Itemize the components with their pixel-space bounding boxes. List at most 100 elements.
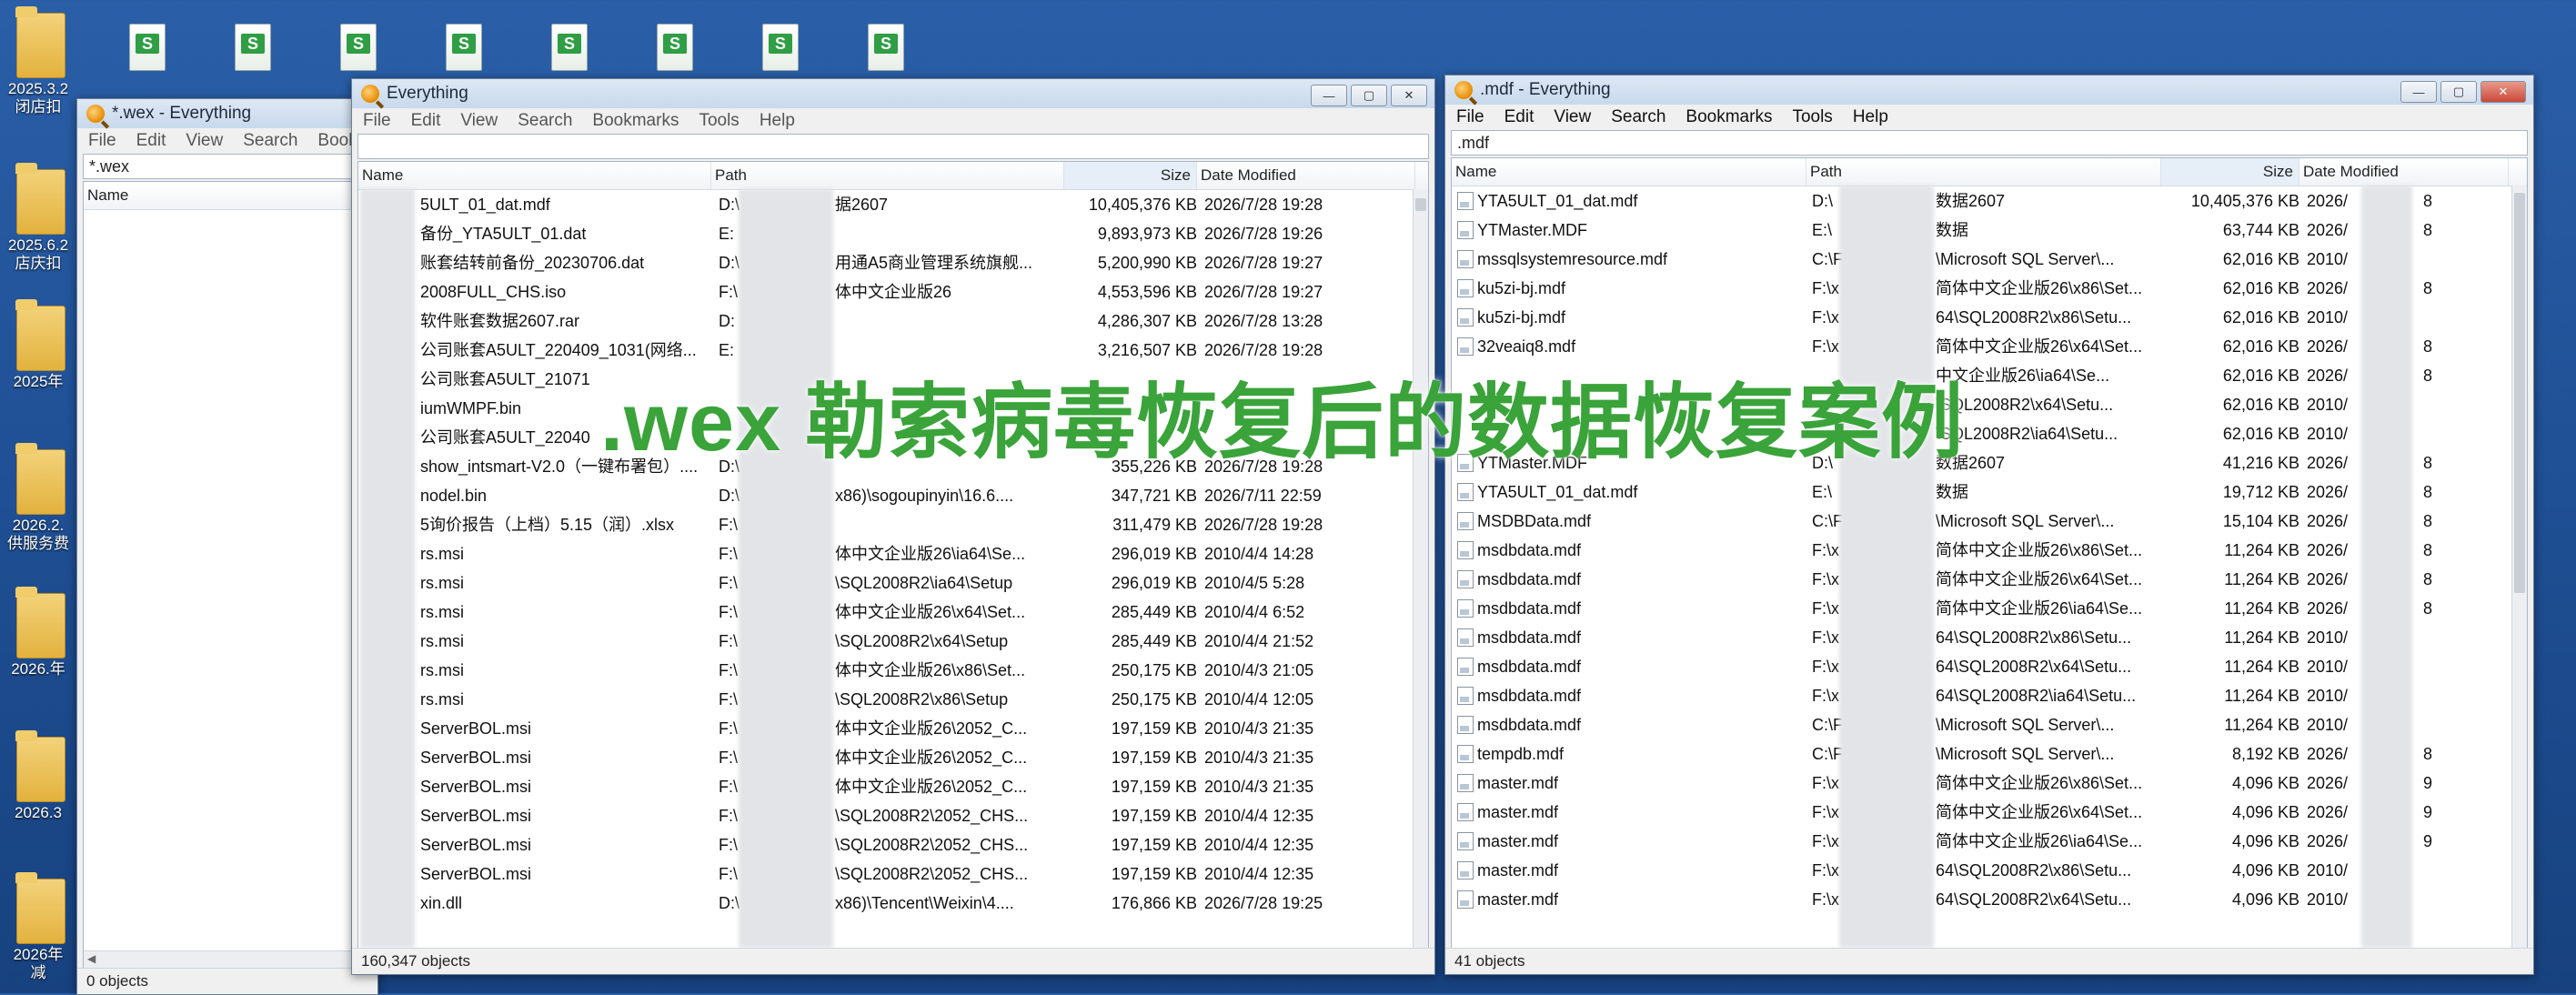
redacted-path-column <box>739 189 833 948</box>
menu-item[interactable]: Help <box>1853 107 1888 127</box>
vertical-scrollbar[interactable] <box>1413 189 1428 948</box>
search-input[interactable]: .mdf <box>1451 130 2528 156</box>
menu-item[interactable]: File <box>363 111 391 131</box>
spreadsheet-file-icon[interactable]: S <box>651 20 697 78</box>
table-row[interactable]: ServerBOL.msi F:\ 体中文企业版26\2052_C... 197,15… <box>358 743 1428 772</box>
table-row[interactable]: 2008FULL_CHS.iso F:\ 体中文企业版26 4,553,596 KB 2… <box>358 277 1428 307</box>
maximize-button[interactable]: ▢ <box>1351 85 1387 106</box>
horizontal-scrollbar[interactable]: ◀ <box>84 950 371 968</box>
table-row[interactable]: rs.msi F:\ \SQL2008R2\x64\Setup 285,449 KB 2… <box>358 627 1428 656</box>
table-row[interactable]: 账套结转前备份_20230706.dat D:\ 用通A5商业管理系统旗舰... 5,… <box>358 248 1428 277</box>
sheet-badge: S <box>558 34 581 54</box>
spreadsheet-file-icon[interactable]: S <box>124 20 169 78</box>
menu-item[interactable]: Edit <box>411 111 441 131</box>
path2-cell: \Microsoft SQL Server\... <box>1936 745 2115 763</box>
table-row[interactable]: rs.msi F:\ 体中文企业版26\ia64\Se... 296,019 KB 20… <box>358 539 1428 568</box>
table-row[interactable]: 软件账套数据2607.rar D: 4,286,307 KB 2026/7/28 13… <box>358 307 1428 336</box>
col-size-header[interactable]: Size <box>2161 158 2299 186</box>
spreadsheet-file-icon[interactable]: S <box>862 20 908 78</box>
spreadsheet-file-icon[interactable]: S <box>229 20 275 78</box>
table-row[interactable]: ServerBOL.msi F:\ \SQL2008R2\2052_CHS... 19… <box>358 830 1428 859</box>
menu-item[interactable]: Search <box>243 131 297 151</box>
menu-item[interactable]: File <box>1456 107 1484 127</box>
vertical-scrollbar[interactable] <box>2511 186 2527 948</box>
menu-item[interactable]: Bookmarks <box>1685 107 1772 127</box>
search-input[interactable] <box>357 134 1429 159</box>
path2-cell: 体中文企业版26\2052_C... <box>835 719 1028 738</box>
close-button[interactable]: ✕ <box>2480 81 2526 103</box>
table-row[interactable]: 公司账套A5ULT_220409_1031(网络... E: 3,216,507 K… <box>358 336 1428 365</box>
menu-item[interactable]: View <box>460 111 498 131</box>
menu-item[interactable]: Help <box>760 111 795 131</box>
menu-item[interactable]: View <box>186 131 223 151</box>
menu-item[interactable]: Tools <box>699 111 739 131</box>
file-icon <box>1457 250 1474 268</box>
table-row[interactable]: rs.msi F:\ \SQL2008R2\x86\Setup 250,175 KB 2… <box>358 685 1428 714</box>
name-cell: 软件账套数据2607.rar <box>420 312 580 330</box>
window-titlebar[interactable]: *.wex - Everything <box>77 99 377 128</box>
window-titlebar[interactable]: Everything — ▢ ✕ <box>352 79 1434 108</box>
table-row[interactable]: rs.msi F:\ \SQL2008R2\ia64\Setup 296,019 KB… <box>358 568 1428 598</box>
scroll-left-arrow-icon[interactable]: ◀ <box>87 952 96 965</box>
scroll-thumb[interactable] <box>2514 193 2525 593</box>
menu-item[interactable]: Edit <box>1504 107 1535 127</box>
size-cell: 11,264 KB <box>2224 687 2299 705</box>
date-cell: 2010/4/4 12:35 <box>1204 865 1314 883</box>
menu-item[interactable]: Search <box>1611 107 1665 127</box>
maximize-button[interactable]: ▢ <box>2440 81 2477 103</box>
menu-item[interactable]: Search <box>518 111 572 131</box>
table-row[interactable]: ServerBOL.msi F:\ 体中文企业版26\2052_C... 197,15… <box>358 772 1428 801</box>
spreadsheet-file-icon[interactable]: S <box>335 20 380 78</box>
col-name-header[interactable]: Name <box>358 162 711 189</box>
col-path-header[interactable]: Path <box>711 162 1064 189</box>
name-cell: mssqlsystemresource.mdf <box>1477 250 1668 268</box>
menu-item[interactable]: Edit <box>136 131 166 151</box>
col-name-header[interactable]: Name <box>84 182 371 209</box>
minimize-button[interactable]: — <box>1311 85 1347 106</box>
scroll-thumb[interactable] <box>1415 198 1426 211</box>
tail-cell: 9 <box>2423 832 2433 850</box>
sheet-badge: S <box>136 34 159 54</box>
tail-cell <box>2423 681 2460 710</box>
table-row[interactable]: xin.dll D:\ x86)\Tencent\Weixin\4.... 176,8… <box>358 889 1428 918</box>
size-cell: 197,159 KB <box>1111 865 1197 883</box>
col-date-header[interactable]: Date Modified <box>2299 158 2509 186</box>
size-cell: 41,216 KB <box>2222 454 2299 472</box>
menu-bar: File Edit View Search Book <box>77 128 377 154</box>
folder-icon <box>15 587 65 658</box>
table-row[interactable]: ServerBOL.msi F:\ \SQL2008R2\2052_CHS... 19… <box>358 859 1428 889</box>
date-cell: 2010/ <box>2307 308 2349 327</box>
menu-item[interactable]: Bookmarks <box>592 111 679 131</box>
window-titlebar[interactable]: .mdf - Everything — ▢ ✕ <box>1445 75 2533 105</box>
date-cell: 2026/7/28 19:28 <box>1204 516 1323 534</box>
path2-cell: \Microsoft SQL Server\... <box>1936 716 2115 734</box>
table-row[interactable]: ServerBOL.msi F:\ \SQL2008R2\2052_CHS... 19… <box>358 801 1428 830</box>
tail-cell <box>2423 885 2460 914</box>
col-name-header[interactable]: Name <box>1452 158 1806 186</box>
close-button[interactable]: ✕ <box>1391 85 1427 106</box>
name-cell: xin.dll <box>420 894 463 912</box>
file-icon <box>1457 192 1474 210</box>
search-input[interactable]: *.wex <box>83 154 372 179</box>
path2-cell: x86)\Tencent\Weixin\4.... <box>835 894 1014 912</box>
col-size-header[interactable]: Size <box>1064 162 1197 189</box>
table-row[interactable]: ServerBOL.msi F:\ 体中文企业版26\2052_C... 197,15… <box>358 714 1428 743</box>
spreadsheet-file-icon[interactable]: S <box>440 20 486 78</box>
table-row[interactable]: 5ULT_01_dat.mdf D:\ 据2607 10,405,376 KB 2026… <box>358 190 1428 219</box>
table-row[interactable]: rs.msi F:\ 体中文企业版26\x64\Set... 285,449 KB 20… <box>358 598 1428 627</box>
file-icon <box>1457 337 1474 356</box>
minimize-button[interactable]: — <box>2400 81 2437 103</box>
table-row[interactable]: nodel.bin D:\ x86)\sogoupinyin\16.6.... 347… <box>358 481 1428 510</box>
table-row[interactable]: rs.msi F:\ 体中文企业版26\x86\Set... 250,175 KB 20… <box>358 656 1428 685</box>
table-row[interactable]: 备份_YTA5ULT_01.dat E: 9,893,973 KB 2026/7/28… <box>358 219 1428 248</box>
spreadsheet-file-icon[interactable]: S <box>757 20 802 78</box>
table-row[interactable]: 5询价报告（上档）5.15（润）.xlsx F:\ 311,479 KB 2026/7… <box>358 510 1428 539</box>
path2-cell: \SQL2008R2\ia64\Setup <box>835 574 1013 592</box>
col-date-header[interactable]: Date Modified <box>1197 162 1415 189</box>
size-cell: 4,096 KB <box>2231 774 2299 792</box>
col-path-header[interactable]: Path <box>1806 158 2161 186</box>
menu-item[interactable]: Tools <box>1792 107 1832 127</box>
menu-item[interactable]: View <box>1554 107 1591 127</box>
spreadsheet-file-icon[interactable]: S <box>546 20 591 78</box>
menu-item[interactable]: File <box>88 131 116 151</box>
